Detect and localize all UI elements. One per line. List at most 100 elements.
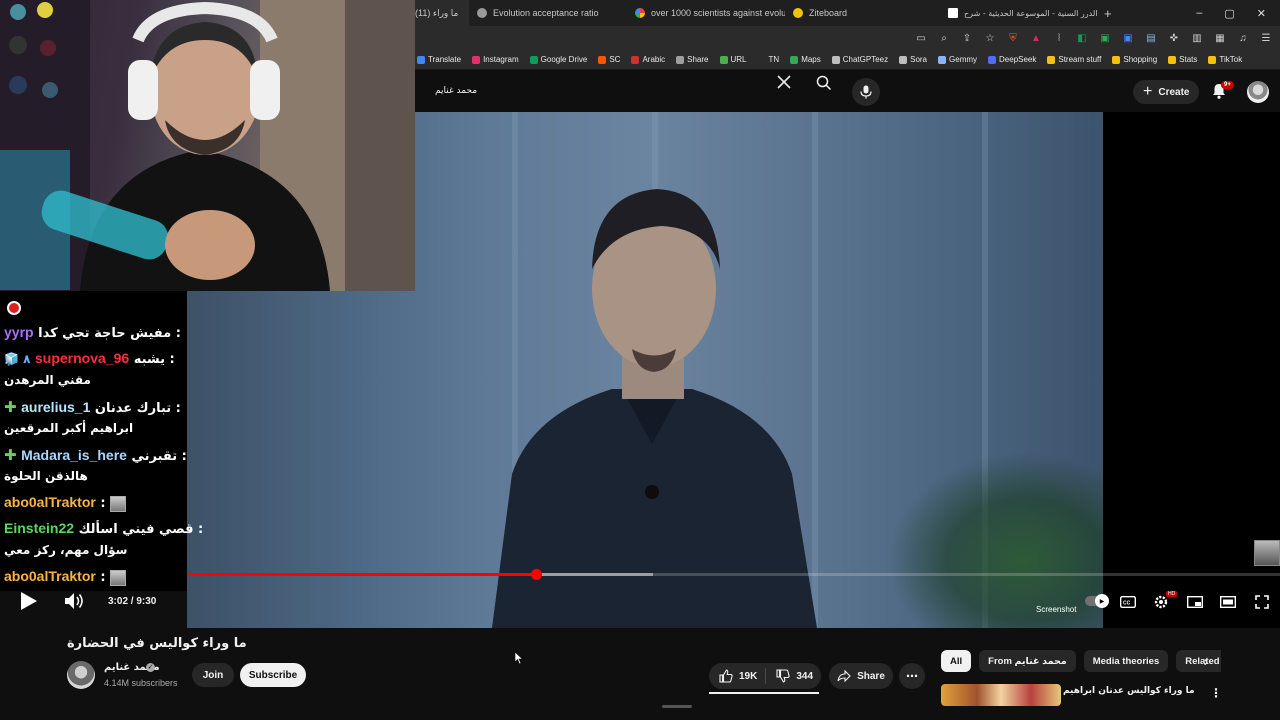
extension-icon-5[interactable]: ▤ xyxy=(1145,32,1157,44)
bookmark-item[interactable]: Stream stuff xyxy=(1047,55,1101,64)
bookmark-star-icon[interactable]: ☆ xyxy=(984,32,996,44)
chip-all[interactable]: All xyxy=(941,650,972,672)
minimize-button[interactable]: – xyxy=(1196,7,1202,20)
plus-icon: + xyxy=(1143,83,1153,100)
bookmark-icon xyxy=(1112,55,1121,64)
extension-icon-2[interactable]: ◧ xyxy=(1076,32,1088,44)
chevron-right-icon[interactable]: › xyxy=(1197,652,1215,670)
search-input[interactable] xyxy=(425,86,815,96)
account-avatar[interactable] xyxy=(1247,81,1269,103)
progress-scrubber-handle[interactable] xyxy=(530,569,542,580)
webcam-scene xyxy=(0,0,415,291)
chip-media-theories[interactable]: Media theories xyxy=(1083,650,1169,672)
more-actions-icon[interactable]: ⋯ xyxy=(899,663,925,689)
extension-icon-3[interactable]: ▣ xyxy=(1099,32,1111,44)
bookmark-icon xyxy=(1047,55,1056,64)
close-window-button[interactable]: ✕ xyxy=(1257,7,1266,20)
search-icon[interactable] xyxy=(811,72,837,94)
chip-from-channel[interactable]: From محمد غنايم xyxy=(979,650,1076,672)
like-button[interactable]: 19K xyxy=(709,668,767,684)
chat-text: : تقبرني xyxy=(131,449,187,464)
verified-badge-icon: ✓ xyxy=(146,663,155,672)
like-ratio-bar xyxy=(709,692,819,694)
bookmark-item[interactable]: Sora xyxy=(899,55,927,64)
progress-bar[interactable] xyxy=(187,569,1280,580)
bookmark-item[interactable]: SC xyxy=(598,55,620,64)
wallet-icon[interactable]: ▦ xyxy=(1214,32,1226,44)
miniplayer-icon[interactable] xyxy=(1185,592,1205,612)
cast-icon[interactable]: ▭ xyxy=(915,32,927,44)
share-arrow-icon xyxy=(837,670,851,682)
browser-tab-youtube[interactable]: (11) ما وراء ✕ xyxy=(415,0,469,26)
fullscreen-icon[interactable] xyxy=(1252,592,1272,612)
microphone-icon[interactable] xyxy=(852,78,880,106)
join-button[interactable]: Join xyxy=(192,663,234,687)
bookmark-item[interactable]: ChatGPTeez xyxy=(831,55,888,64)
screenshot-label[interactable]: Screenshot xyxy=(1036,605,1076,614)
bookmark-item[interactable]: Translate xyxy=(417,55,461,64)
bookmark-item[interactable]: DeepSeek xyxy=(988,55,1036,64)
bookmark-label: Instagram xyxy=(483,55,519,64)
brave-rewards-icon[interactable]: ▲ xyxy=(1030,32,1042,44)
zoom-icon[interactable]: ⌕ xyxy=(938,32,950,44)
share-button[interactable]: Share xyxy=(829,663,893,689)
bookmark-label: DeepSeek xyxy=(999,55,1037,64)
subscribe-button[interactable]: Subscribe xyxy=(240,663,306,687)
autoplay-toggle[interactable]: ▶ xyxy=(1085,594,1109,608)
volume-icon[interactable] xyxy=(64,592,84,615)
recommended-video-title[interactable]: ما وراء كواليس عدنان ابراهيم xyxy=(1063,686,1195,696)
chat-username[interactable]: supernova_96 xyxy=(35,350,129,366)
mouse-cursor-icon xyxy=(515,652,523,664)
recommended-video-thumbnail[interactable] xyxy=(941,684,1061,706)
browser-tab-bar: (11) ما وراء ✕ Evolution acceptance rati… xyxy=(415,0,1280,26)
browser-tab-ziteboard[interactable]: Ziteboard xyxy=(785,0,940,26)
extension-icon-4[interactable]: ▣ xyxy=(1122,32,1134,44)
chat-username[interactable]: yyrp xyxy=(4,324,34,340)
brave-shield-icon[interactable]: ⛨ xyxy=(1007,32,1019,44)
new-tab-button[interactable]: + xyxy=(1098,6,1112,21)
clear-search-icon[interactable] xyxy=(777,73,791,94)
bookmark-item[interactable]: Stats xyxy=(1168,55,1197,64)
bookmark-item[interactable]: Arabic xyxy=(631,55,665,64)
bookmark-item[interactable]: Instagram xyxy=(472,55,519,64)
play-icon[interactable] xyxy=(17,590,39,617)
maximize-button[interactable]: ▢ xyxy=(1224,7,1234,20)
bookmark-item[interactable]: Shopping xyxy=(1112,55,1157,64)
share-page-icon[interactable]: ⇪ xyxy=(961,32,973,44)
create-button[interactable]: + Create xyxy=(1133,80,1200,104)
bookmark-item[interactable]: Maps xyxy=(790,55,821,64)
bookmark-item[interactable]: URL xyxy=(719,55,747,64)
autoplay-play-icon: ▶ xyxy=(1095,594,1109,608)
chat-username[interactable]: Madara_is_here xyxy=(21,447,127,463)
captions-icon[interactable]: CC xyxy=(1118,592,1138,612)
browser-tab-scientists[interactable]: over 1000 scientists against evolution xyxy=(627,0,785,26)
bookmark-item[interactable]: TikTok xyxy=(1208,55,1242,64)
bookmark-item[interactable]: TN xyxy=(757,55,779,64)
dislike-button[interactable]: 344 xyxy=(766,669,813,683)
channel-watermark[interactable] xyxy=(1254,540,1280,566)
extension-icon-1[interactable]: ⦚ xyxy=(1053,32,1065,44)
chat-username[interactable]: aurelius_1 xyxy=(21,399,90,415)
menu-icon[interactable]: ☰ xyxy=(1260,32,1272,44)
presenter-figure xyxy=(492,189,817,628)
browser-tab-evolution-ratio[interactable]: Evolution acceptance ratio xyxy=(469,0,627,26)
chat-username[interactable]: abo0alTraktor xyxy=(4,568,96,584)
bookmark-item[interactable]: Google Drive xyxy=(529,55,587,64)
bookmark-item[interactable]: Share xyxy=(676,55,709,64)
extensions-puzzle-icon[interactable]: ✜ xyxy=(1168,32,1180,44)
sidebar-icon[interactable]: ▥ xyxy=(1191,32,1203,44)
theater-mode-icon[interactable] xyxy=(1218,592,1238,612)
recommended-more-icon[interactable]: ⋮ xyxy=(1210,686,1222,700)
bookmark-item[interactable]: Gemmy xyxy=(938,55,977,64)
like-count: 19K xyxy=(739,670,758,682)
record-indicator-icon xyxy=(7,301,21,315)
tab-label: الدرر السنية - الموسوعة الحديثية - شرح xyxy=(964,8,1098,18)
chat-username[interactable]: abo0alTraktor xyxy=(4,494,96,510)
scroll-indicator xyxy=(662,705,692,708)
create-label: Create xyxy=(1158,86,1190,98)
browser-tab-dorar[interactable]: الدرر السنية - الموسوعة الحديثية - شرح xyxy=(940,0,1098,26)
chat-username[interactable]: Einstein22 xyxy=(4,520,74,536)
chat-avatar-emote xyxy=(110,495,127,512)
media-icon[interactable]: ♫ xyxy=(1237,32,1249,44)
channel-avatar[interactable] xyxy=(67,661,95,689)
